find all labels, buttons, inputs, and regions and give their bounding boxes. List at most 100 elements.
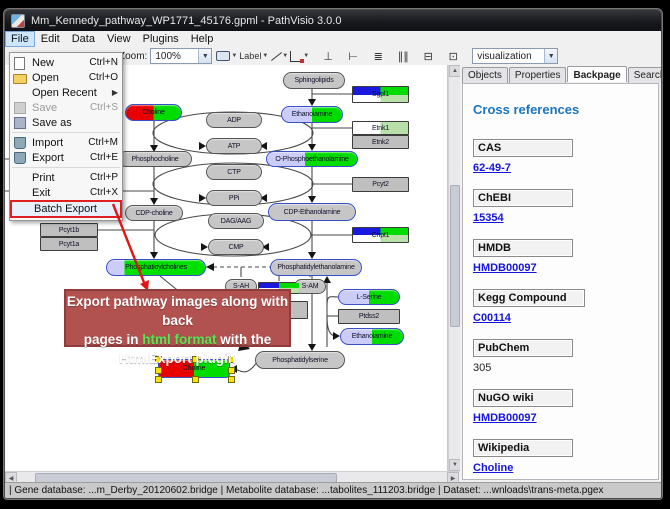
node-label: CDP-choline (135, 210, 172, 217)
node-phosphatidylcholines[interactable]: Phosphatidylcholines (106, 259, 206, 276)
tab-properties[interactable]: Properties (509, 67, 567, 83)
node-ptdss2[interactable]: Ptdss2 (338, 309, 400, 324)
node-label: Phosphocholine (131, 156, 178, 163)
node-sgpl1[interactable]: Sgpl1 (352, 86, 409, 103)
file-menu-item-print[interactable]: PrintCtrl+P (10, 170, 122, 185)
node-phosphocholine[interactable]: Phosphocholine (118, 151, 192, 167)
align-middle-button[interactable]: ⊢ (345, 49, 361, 64)
node-label: Ptdss2 (359, 313, 379, 320)
file-menu-item-new[interactable]: NewCtrl+N (10, 55, 122, 70)
common-height-button[interactable]: ⊡ (445, 49, 461, 64)
annotation-callout: Export pathway images along with back pa… (64, 289, 291, 347)
node-label: O-Phosphoethanolamine (275, 156, 348, 163)
node-label: Etnk1 (372, 125, 389, 132)
align-center-button[interactable]: ⊥ (320, 49, 336, 64)
node-label: CDP-Ethanolamine (284, 209, 341, 216)
node-pcyt1a[interactable]: Pcyt1a (40, 237, 98, 251)
node-label: Pcyt1a (59, 241, 79, 248)
menu-data[interactable]: Data (66, 31, 101, 47)
file-menu-item-save[interactable]: SaveCtrl+S (10, 100, 122, 115)
connector-tool-button[interactable]: ▼ (290, 49, 309, 64)
node-pcyt2[interactable]: Pcyt2 (352, 177, 409, 192)
selection-handle[interactable] (192, 376, 199, 383)
node-ethanolamine-top[interactable]: Ethanolamine (281, 106, 343, 123)
empty-icon-slot (14, 203, 30, 215)
title-bar[interactable]: Mm_Kennedy_pathway_WP1771_45176.gpml - P… (5, 10, 661, 31)
align-center-icon: ⊥ (323, 50, 333, 63)
node-phosphatidylethanolamine[interactable]: Phosphatidylethanolamine (270, 259, 362, 276)
file-menu-item-batch-export[interactable]: Batch Export (10, 200, 122, 218)
tab-backpage[interactable]: Backpage (567, 66, 626, 82)
vertical-scroll-thumb[interactable] (450, 185, 460, 327)
xref-source-box: NuGO wiki (473, 389, 573, 407)
menu-view[interactable]: View (101, 31, 137, 47)
node-etnk1[interactable]: Etnk1 (352, 121, 409, 135)
menu-item-label: Open (32, 72, 81, 84)
menu-file[interactable]: File (5, 31, 35, 47)
node-choline-top[interactable]: Choline (125, 104, 182, 121)
menu-help[interactable]: Help (185, 31, 220, 47)
app-icon (11, 14, 25, 28)
node-ppi[interactable]: PPi (206, 190, 262, 206)
file-menu-dropdown: NewCtrl+NOpenCtrl+OOpen Recent▶SaveCtrl+… (9, 52, 123, 221)
xref-link[interactable]: HMDB00097 (473, 262, 537, 274)
tab-search[interactable]: Search (628, 67, 662, 83)
node-cmp[interactable]: CMP (208, 239, 264, 255)
common-width-button[interactable]: ⊟ (420, 49, 436, 64)
visualization-combobox[interactable]: visualization ▼ (472, 48, 558, 64)
node-sphingolipids[interactable]: Sphingolipids (283, 72, 345, 89)
node-o-phosphoethanolamine[interactable]: O-Phosphoethanolamine (266, 151, 358, 167)
backpage-panel[interactable]: Cross references CAS62-49-7ChEBI15354HMD… (462, 83, 659, 480)
chevron-down-icon[interactable]: ▼ (198, 49, 211, 63)
xref-section-kegg-compound: Kegg CompoundC00114 (473, 289, 658, 324)
canvas-vertical-scrollbar[interactable]: ▲ ▼ (448, 65, 460, 471)
menu-plugins[interactable]: Plugins (137, 31, 185, 47)
label-tool-button[interactable]: Label▼ (239, 49, 268, 64)
distribute-vertical-icon: ∥∥ (398, 50, 409, 63)
distribute-horizontal-button[interactable]: ≣ (370, 49, 386, 64)
node-l-serine[interactable]: L-Serine (338, 289, 400, 305)
node-pcyt1b[interactable]: Pcyt1b (40, 223, 98, 237)
selection-handle[interactable] (228, 376, 235, 383)
distribute-vertical-button[interactable]: ∥∥ (395, 49, 411, 64)
menu-edit[interactable]: Edit (35, 31, 66, 47)
datanode-tool-button[interactable]: ▼ (216, 49, 237, 64)
menu-item-label: Print (32, 172, 82, 184)
menu-item-label: Save (32, 102, 82, 114)
node-ctp[interactable]: CTP (206, 164, 262, 180)
file-menu-item-open-recent[interactable]: Open Recent▶ (10, 85, 122, 100)
file-menu-item-exit[interactable]: ExitCtrl+X (10, 185, 122, 200)
menu-item-shortcut: Ctrl+N (89, 57, 118, 68)
node-ethanolamine-bottom[interactable]: Ethanolamine (340, 328, 404, 345)
file-menu-item-open[interactable]: Open Ctrl+O (10, 70, 122, 85)
status-text: | Gene database: ...m_Derby_20120602.bri… (9, 485, 603, 496)
menu-item-label: Export (32, 152, 82, 164)
menu-item-label: Exit (32, 187, 82, 199)
xref-link[interactable]: Choline (473, 462, 513, 474)
menu-item-shortcut: Ctrl+O (89, 72, 118, 83)
chevron-down-icon[interactable]: ▼ (544, 49, 557, 63)
node-adp[interactable]: ADP (206, 112, 262, 128)
xref-link[interactable]: 15354 (473, 212, 504, 224)
xref-link[interactable]: 62-49-7 (473, 162, 511, 174)
node-cdp-ethanolamine[interactable]: CDP-Ethanolamine (268, 203, 356, 221)
node-chpt1[interactable]: Chpt1 (352, 227, 409, 243)
xref-link[interactable]: HMDB00097 (473, 412, 537, 424)
file-menu-item-save-as[interactable]: Save as (10, 115, 122, 130)
tab-objects[interactable]: Objects (462, 67, 508, 83)
file-menu-item-import[interactable]: ImportCtrl+M (10, 135, 122, 150)
node-dag-aag[interactable]: DAG/AAG (208, 213, 264, 229)
node-atp[interactable]: ATP (206, 138, 262, 154)
line-tool-button[interactable]: ▼ (270, 49, 288, 64)
xref-source-box: CAS (473, 139, 573, 157)
xref-section-pubchem: PubChem305 (473, 339, 658, 374)
node-cdp-choline[interactable]: CDP-choline (125, 205, 183, 221)
node-etnk2[interactable]: Etnk2 (352, 135, 409, 149)
line-icon (270, 51, 281, 62)
xref-value: 62-49-7 (473, 162, 658, 174)
file-menu-item-export[interactable]: ExportCtrl+E (10, 150, 122, 165)
zoom-combobox[interactable]: 100% ▼ (150, 48, 212, 64)
xref-source-box: ChEBI (473, 189, 573, 207)
selection-handle[interactable] (155, 376, 162, 383)
xref-link[interactable]: C00114 (473, 312, 511, 324)
